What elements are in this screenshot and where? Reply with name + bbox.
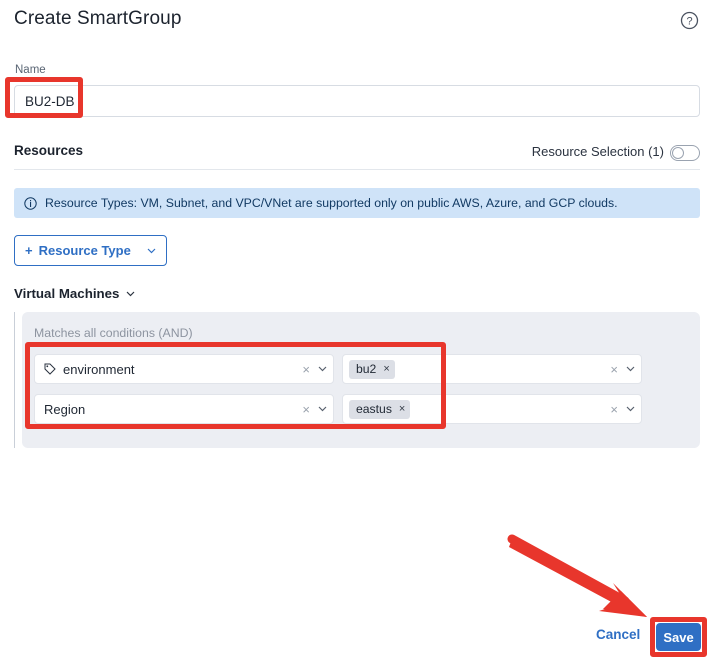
value-chip: eastus × (349, 399, 411, 419)
value-chip: bu2 × (349, 359, 395, 379)
conditions-accent-bar (14, 312, 15, 448)
section-divider (14, 169, 700, 170)
svg-text:?: ? (686, 16, 692, 28)
condition-key-select[interactable]: Region × (34, 394, 334, 424)
help-circle-icon[interactable]: ? (680, 11, 699, 30)
tag-icon (44, 363, 56, 375)
chevron-down-icon (147, 248, 156, 254)
chevron-down-icon[interactable] (318, 366, 327, 372)
plus-icon: + (25, 243, 33, 258)
condition-value-select[interactable]: eastus × × (342, 394, 642, 424)
chevron-down-icon[interactable] (318, 406, 327, 412)
condition-row: Region × eastus × × (34, 394, 688, 424)
condition-key-value: environment (63, 361, 135, 377)
remove-chip-icon[interactable]: × (399, 403, 405, 415)
clear-icon[interactable]: × (302, 362, 310, 377)
info-circle-icon (24, 196, 37, 210)
value-chip-label: eastus (356, 402, 392, 416)
chevron-down-icon[interactable] (626, 406, 635, 412)
add-resource-type-button[interactable]: + Resource Type (14, 235, 167, 266)
info-banner-text: Resource Types: VM, Subnet, and VPC/VNet… (45, 196, 618, 210)
condition-row: environment × bu2 × × (34, 354, 688, 384)
condition-key-select[interactable]: environment × (34, 354, 334, 384)
condition-key-value: Region (44, 401, 86, 417)
virtual-machines-header[interactable]: Virtual Machines (14, 286, 135, 301)
cancel-button[interactable]: Cancel (596, 627, 640, 642)
add-resource-type-label: Resource Type (38, 243, 131, 258)
condition-value-select[interactable]: bu2 × × (342, 354, 642, 384)
page-title: Create SmartGroup (14, 8, 182, 29)
virtual-machines-title: Virtual Machines (14, 286, 120, 301)
name-field-label: Name (15, 64, 46, 76)
chevron-down-icon[interactable] (126, 291, 135, 297)
clear-icon[interactable]: × (610, 402, 618, 417)
resources-section-title: Resources (14, 143, 84, 158)
remove-chip-icon[interactable]: × (383, 363, 389, 375)
resource-selection-label: Resource Selection (1) (531, 144, 664, 159)
save-button[interactable]: Save (656, 623, 701, 651)
name-input[interactable] (14, 85, 700, 117)
resource-selection-toggle[interactable] (670, 145, 700, 161)
toggle-knob (672, 147, 684, 159)
annotation-arrow (507, 534, 647, 617)
value-chip-label: bu2 (356, 362, 377, 376)
conditions-panel: Matches all conditions (AND) environment… (22, 312, 700, 448)
chevron-down-icon[interactable] (626, 366, 635, 372)
clear-icon[interactable]: × (610, 362, 618, 377)
clear-icon[interactable]: × (302, 402, 310, 417)
info-banner: Resource Types: VM, Subnet, and VPC/VNet… (14, 188, 700, 218)
dialog-header: Create SmartGroup ? (0, 0, 712, 46)
conditions-label: Matches all conditions (AND) (34, 326, 193, 340)
create-smartgroup-dialog: Create SmartGroup ? Name Resources Resou… (0, 0, 712, 661)
